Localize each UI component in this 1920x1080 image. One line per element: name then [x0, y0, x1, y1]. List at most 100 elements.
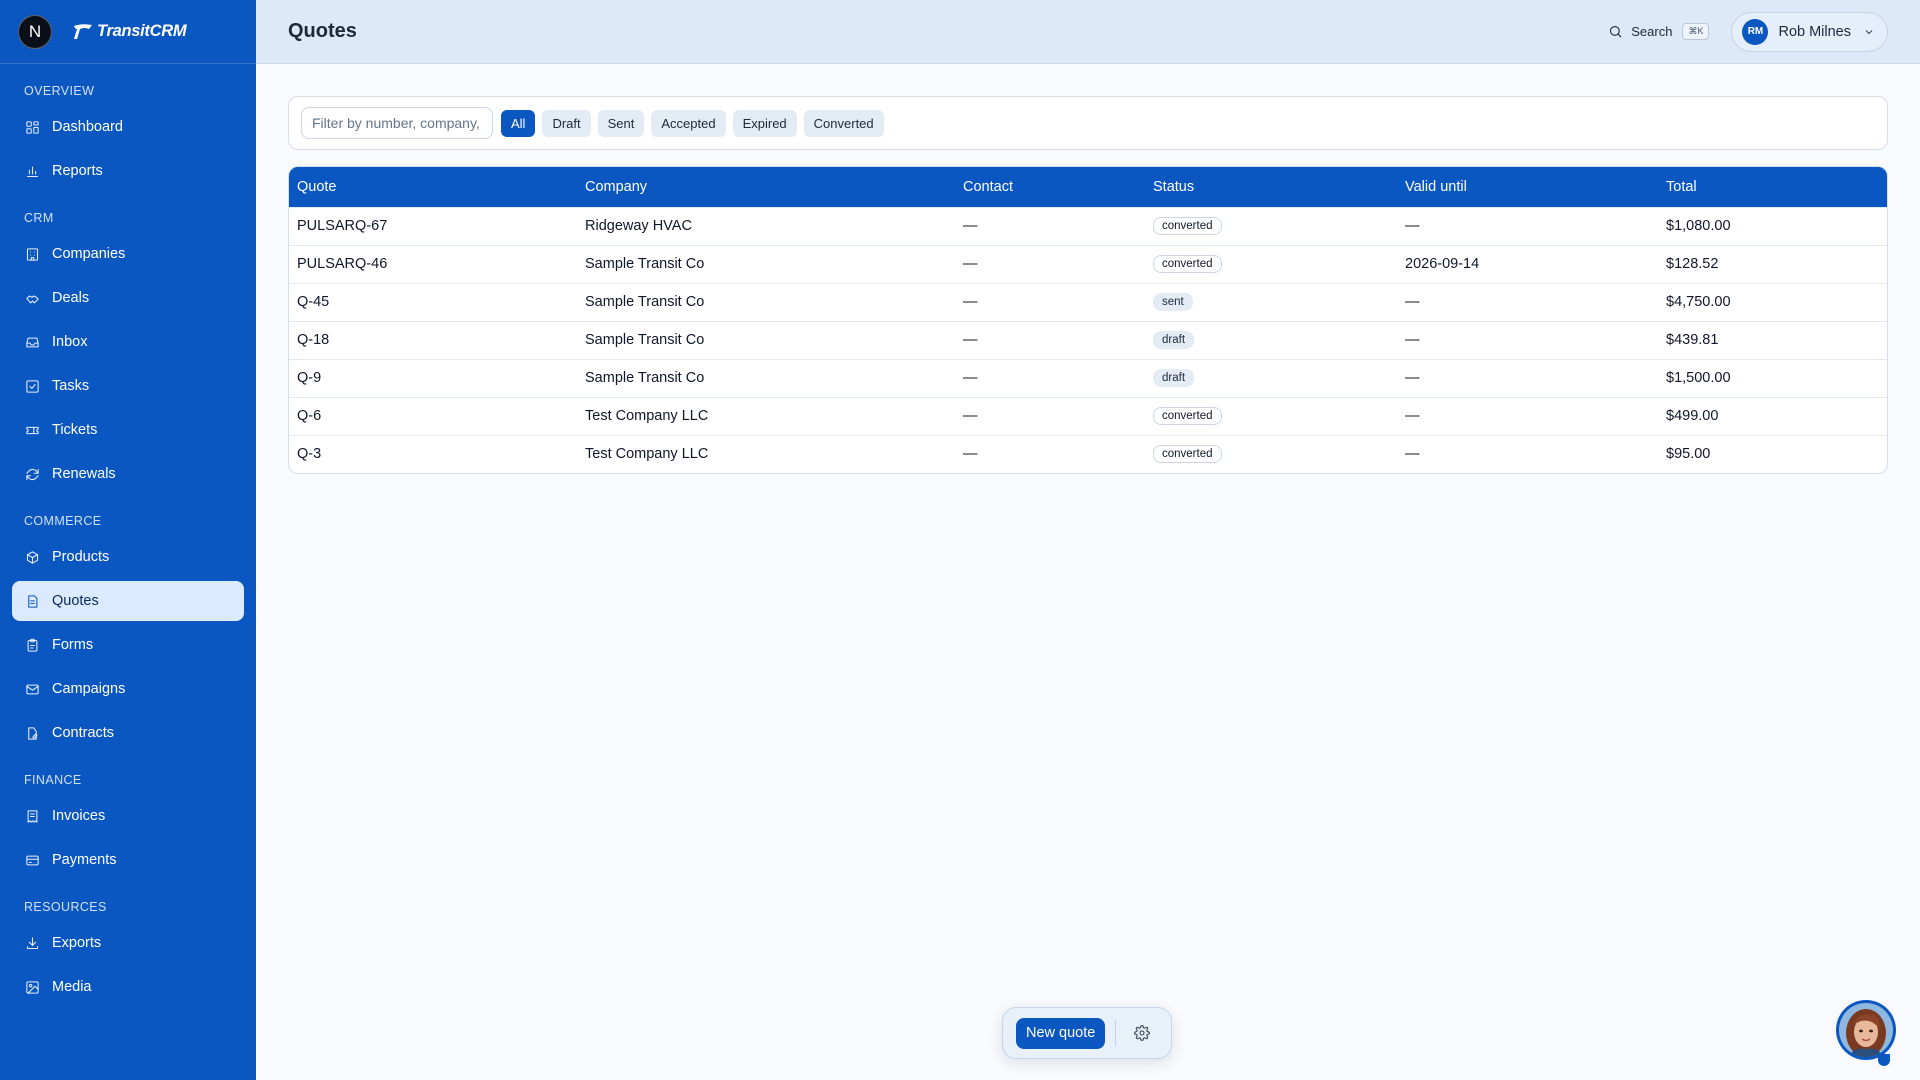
cell-contact: —: [955, 434, 1145, 473]
filter-chip-expired[interactable]: Expired: [732, 109, 797, 137]
status-filter-chips: All Draft Sent Accepted Expired Converted: [501, 109, 891, 137]
sidebar-item-campaigns[interactable]: Campaigns: [12, 669, 244, 709]
column-header-quote[interactable]: Quote: [289, 167, 577, 207]
cell-contact: —: [955, 244, 1145, 283]
cell-contact: —: [955, 320, 1145, 359]
column-header-valid-until[interactable]: Valid until: [1397, 167, 1658, 207]
cell-quote: Q-45: [289, 282, 577, 321]
sidebar-item-label: Inbox: [52, 334, 88, 350]
sidebar-item-dashboard[interactable]: Dashboard: [12, 107, 244, 147]
table-row[interactable]: PULSARQ-67 Ridgeway HVAC — converted — $1,080…: [289, 206, 1887, 245]
assistant-avatar-icon: [1839, 1003, 1893, 1057]
sidebar-item-exports[interactable]: Exports: [12, 923, 244, 963]
cell-valid-until: —: [1397, 282, 1658, 321]
cell-total: $95.00: [1658, 434, 1887, 473]
user-menu-button[interactable]: RM Rob Milnes: [1731, 11, 1888, 52]
assistant-launcher[interactable]: [1836, 1000, 1896, 1066]
mail-icon: [24, 681, 40, 697]
cell-total: $128.52: [1658, 244, 1887, 283]
search-shortcut: ⌘K: [1682, 23, 1710, 40]
sidebar-item-companies[interactable]: Companies: [12, 234, 244, 274]
cell-valid-until: 2026-09-14: [1397, 244, 1658, 283]
page-title: Quotes: [288, 20, 357, 42]
table-body: PULSARQ-67 Ridgeway HVAC — converted — $1,080…: [289, 206, 1887, 473]
workspace-avatar[interactable]: N: [18, 14, 52, 49]
filter-chip-all[interactable]: All: [501, 109, 536, 137]
table-row[interactable]: Q-45 Sample Transit Co — sent — $4,750.00: [289, 282, 1887, 321]
table-row[interactable]: Q-3 Test Company LLC — converted — $95.00: [289, 434, 1887, 473]
column-header-contact[interactable]: Contact: [955, 167, 1145, 207]
credit-card-icon: [24, 852, 40, 868]
cell-company: Test Company LLC: [577, 396, 955, 435]
sidebar-item-tickets[interactable]: Tickets: [12, 410, 244, 450]
sidebar-item-label: Contracts: [52, 725, 115, 741]
file-edit-icon: [24, 725, 40, 741]
sidebar-item-reports[interactable]: Reports: [12, 151, 244, 191]
checkbox-icon: [24, 378, 40, 394]
sidebar-item-label: Invoices: [52, 808, 106, 824]
sidebar-item-deals[interactable]: Deals: [12, 278, 244, 318]
nav-section-overview: OVERVIEW Dashboard Reports: [0, 81, 256, 191]
sidebar-item-label: Exports: [52, 935, 102, 951]
brand-logo[interactable]: TransitCRM: [72, 22, 187, 41]
filter-chip-accepted[interactable]: Accepted: [651, 109, 726, 137]
filter-chip-sent[interactable]: Sent: [597, 109, 645, 137]
table-row[interactable]: Q-18 Sample Transit Co — draft — $439.81: [289, 320, 1887, 359]
receipt-icon: [24, 808, 40, 824]
sidebar-item-label: Tickets: [52, 422, 98, 438]
settings-button[interactable]: [1128, 1019, 1156, 1047]
cell-status: draft: [1145, 358, 1397, 397]
nav-section-finance: FINANCE Invoices Payments: [0, 770, 256, 880]
filter-input[interactable]: [301, 107, 493, 139]
sidebar-item-renewals[interactable]: Renewals: [12, 454, 244, 494]
cell-quote: PULSARQ-46: [289, 244, 577, 283]
cell-total: $1,080.00: [1658, 206, 1887, 245]
sidebar-item-label: Products: [52, 549, 110, 565]
sidebar-item-label: Dashboard: [52, 119, 123, 135]
new-quote-button[interactable]: New quote: [1016, 1017, 1106, 1049]
clipboard-icon: [24, 637, 40, 653]
download-icon: [24, 935, 40, 951]
column-header-status[interactable]: Status: [1145, 167, 1397, 207]
package-icon: [24, 549, 40, 565]
sidebar-item-invoices[interactable]: Invoices: [12, 796, 244, 836]
table-row[interactable]: Q-6 Test Company LLC — converted — $499.00: [289, 396, 1887, 435]
sidebar: N TransitCRM OVERVIEW Dashboard Reports CRM…: [0, 0, 256, 1080]
cell-contact: —: [955, 396, 1145, 435]
sidebar-item-label: Deals: [52, 290, 90, 306]
sidebar-item-payments[interactable]: Payments: [12, 840, 244, 880]
cell-contact: —: [955, 358, 1145, 397]
filter-bar: AllDraftSentAcceptedExpiredConverted: [288, 96, 1888, 150]
cell-quote: PULSARQ-67: [289, 206, 577, 245]
filter-chip-converted[interactable]: Converted: [803, 109, 884, 137]
column-header-company[interactable]: Company: [577, 167, 955, 207]
sidebar-item-tasks[interactable]: Tasks: [12, 366, 244, 406]
bar-chart-icon: [24, 163, 40, 179]
sidebar-item-forms[interactable]: Forms: [12, 625, 244, 665]
table-row[interactable]: Q-9 Sample Transit Co — draft — $1,500.00: [289, 358, 1887, 397]
cell-quote: Q-3: [289, 434, 577, 473]
search-button[interactable]: Search ⌘K: [1608, 23, 1710, 40]
floating-action-bar: New quote: [1002, 1007, 1172, 1059]
cell-valid-until: —: [1397, 320, 1658, 359]
table-row[interactable]: PULSARQ-46 Sample Transit Co — converted 202…: [289, 244, 1887, 283]
assistant-bubble-tail: [1878, 1054, 1890, 1066]
sidebar-item-media[interactable]: Media: [12, 967, 244, 1007]
header-actions: Search ⌘K RM Rob Milnes: [1608, 11, 1888, 52]
building-icon: [24, 246, 40, 262]
filter-chip-draft[interactable]: Draft: [542, 109, 591, 137]
ticket-icon: [24, 422, 40, 438]
handshake-icon: [24, 290, 40, 306]
sidebar-item-label: Quotes: [52, 593, 99, 609]
cell-status: converted: [1145, 206, 1397, 245]
sidebar-item-products[interactable]: Products: [12, 537, 244, 577]
cell-valid-until: —: [1397, 434, 1658, 473]
sidebar-item-contracts[interactable]: Contracts: [12, 713, 244, 753]
dashboard-icon: [24, 119, 40, 135]
sidebar-item-label: Forms: [52, 637, 94, 653]
sidebar-item-quotes[interactable]: Quotes: [12, 581, 244, 621]
sidebar-item-inbox[interactable]: Inbox: [12, 322, 244, 362]
inbox-icon: [24, 334, 40, 350]
cell-valid-until: —: [1397, 396, 1658, 435]
column-header-total[interactable]: Total: [1658, 167, 1887, 207]
